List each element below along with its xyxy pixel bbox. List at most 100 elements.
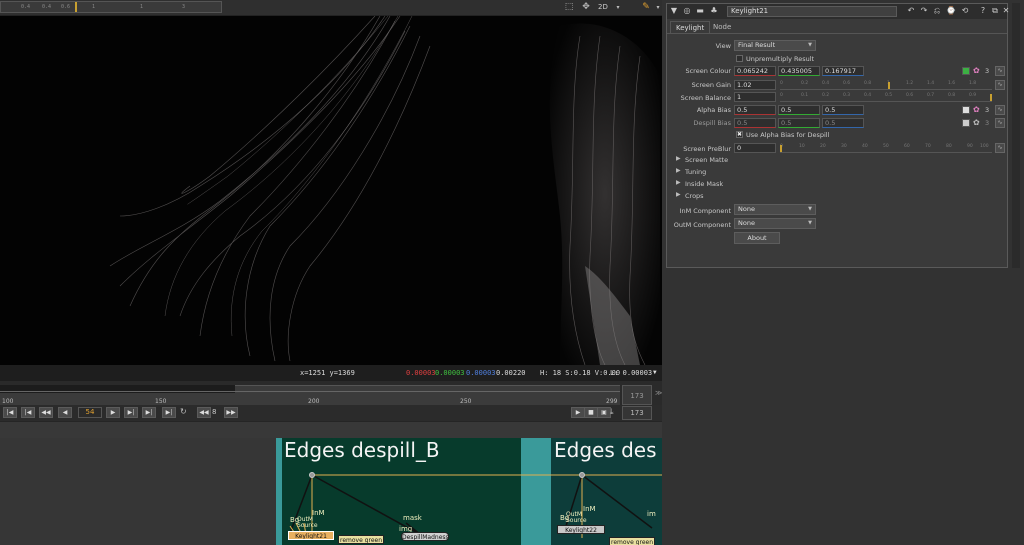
screen-gain-field[interactable]: 1.02 <box>734 80 776 90</box>
node-keylight22[interactable]: Keylight22 <box>557 525 605 534</box>
channel-count[interactable]: 3 <box>985 119 989 127</box>
alpha-bias-swatch[interactable] <box>962 106 970 114</box>
collapse-icon[interactable]: ▼ <box>669 6 679 16</box>
animation-curve-icon[interactable]: ∿ <box>995 118 1005 128</box>
revert-icon[interactable]: ⎌ <box>932 6 942 16</box>
current-frame-field[interactable]: 54 <box>78 407 102 418</box>
view-dropdown[interactable]: Final Result ▼ <box>734 40 816 51</box>
node-dot[interactable] <box>579 472 585 478</box>
node-despill-madness[interactable]: DespillMadness <box>401 532 449 541</box>
animation-curve-icon[interactable]: ∿ <box>995 143 1005 153</box>
bookmark-icon[interactable]: ♣ <box>709 6 719 16</box>
reset-icon[interactable]: ⟲ <box>960 6 970 16</box>
step-forward-button[interactable]: ▶| <box>124 407 138 418</box>
redo-icon[interactable]: ↷ <box>919 6 929 16</box>
timeline-scroll-icon[interactable]: ≫ <box>655 389 662 397</box>
slider-handle[interactable] <box>990 94 992 101</box>
despill-bias-r[interactable]: 0.5 <box>734 118 776 128</box>
alpha-bias-g[interactable]: 0.5 <box>778 105 820 115</box>
help-icon[interactable]: ? <box>978 6 988 16</box>
viewer-gain-ruler[interactable]: 0.4 0.4 0.6 1 1 3 <box>0 1 222 13</box>
channel-count[interactable]: 3 <box>985 106 989 114</box>
node-dot[interactable] <box>309 472 315 478</box>
chevron-down-icon[interactable]: ▾ <box>652 2 664 13</box>
color-wheel-icon[interactable]: ✿ <box>973 105 980 114</box>
screen-colour-swatch[interactable] <box>962 67 970 75</box>
panel-scrollbar[interactable] <box>1012 3 1020 268</box>
play-range-button[interactable]: ▶ <box>571 407 585 418</box>
color-wheel-icon[interactable]: ✿ <box>973 118 980 127</box>
chevron-down-icon[interactable]: ▼ <box>653 369 657 376</box>
slider-handle[interactable] <box>780 145 782 152</box>
screen-colour-b[interactable]: 0.167917 <box>822 66 864 76</box>
transform-handle-icon[interactable]: ✥ <box>580 2 592 13</box>
animation-curve-icon[interactable]: ∿ <box>995 66 1005 76</box>
play-forward-button[interactable]: ▶ <box>106 407 120 418</box>
view-mode-dropdown[interactable]: 2D <box>598 3 608 11</box>
outm-component-dropdown[interactable]: None ▼ <box>734 218 816 229</box>
roi-icon[interactable]: ⬚ <box>563 2 575 13</box>
expand-triangle-icon[interactable]: ▶ <box>676 167 681 174</box>
timeline-end-frame[interactable]: 173 <box>622 385 652 405</box>
color-wheel-icon[interactable]: ✿ <box>973 66 980 75</box>
node-keylight21[interactable]: Keylight21 <box>288 531 334 540</box>
prev-keyframe-button[interactable]: |◀ <box>21 407 35 418</box>
tab-node[interactable]: Node <box>708 21 736 33</box>
last-frame-button[interactable]: ▶| <box>162 407 176 418</box>
despill-bias-g[interactable]: 0.5 <box>778 118 820 128</box>
close-icon[interactable]: ✕ <box>1001 6 1011 16</box>
decrement-button[interactable]: ◀◀ <box>197 407 211 418</box>
screen-balance-slider[interactable]: 0 0.1 0.2 0.3 0.4 0.5 0.6 0.7 0.8 0.9 <box>780 93 992 102</box>
section-crops[interactable]: Crops <box>685 192 704 200</box>
section-tuning[interactable]: Tuning <box>685 168 706 176</box>
unpremultiply-checkbox[interactable] <box>736 55 743 62</box>
despill-bias-b[interactable]: 0.5 <box>822 118 864 128</box>
expand-triangle-icon[interactable]: ▶ <box>676 191 681 198</box>
panel-divider[interactable] <box>0 421 662 438</box>
step-back-increment-button[interactable]: ◀◀ <box>39 407 53 418</box>
screen-balance-field[interactable]: 1 <box>734 92 776 102</box>
slider-handle[interactable] <box>888 82 890 89</box>
history-icon[interactable]: ⌚ <box>946 6 956 16</box>
center-node-icon[interactable]: ◎ <box>682 6 692 16</box>
use-alpha-bias-checkbox[interactable]: ✖ <box>736 131 743 138</box>
tab-keylight[interactable]: Keylight <box>670 21 711 33</box>
flipbook-button[interactable]: ▣ <box>597 407 611 418</box>
despill-bias-swatch[interactable] <box>962 119 970 127</box>
node-remove-green[interactable]: remove green <box>609 537 655 545</box>
inm-component-dropdown[interactable]: None ▼ <box>734 204 816 215</box>
alpha-bias-b[interactable]: 0.5 <box>822 105 864 115</box>
chevron-down-icon[interactable]: ▾ <box>612 2 624 13</box>
next-keyframe-button[interactable]: ▶| <box>142 407 156 418</box>
animation-curve-icon[interactable]: ∿ <box>995 105 1005 115</box>
pencil-icon[interactable]: ✎ <box>640 2 652 13</box>
screen-preblur-slider[interactable]: 0 10 20 30 40 50 60 70 80 90 100 <box>780 144 992 153</box>
node-color-icon[interactable]: ▬ <box>695 6 705 16</box>
section-inside-mask[interactable]: Inside Mask <box>685 180 723 188</box>
first-frame-button[interactable]: |◀ <box>3 407 17 418</box>
channel-count[interactable]: 3 <box>985 67 989 75</box>
screen-colour-g[interactable]: 0.435005 <box>778 66 820 76</box>
animation-curve-icon[interactable]: ∿ <box>995 80 1005 90</box>
increment-button[interactable]: ▶▶ <box>224 407 238 418</box>
screen-preblur-field[interactable]: 0 <box>734 143 776 153</box>
play-backward-button[interactable]: ◀ <box>58 407 72 418</box>
ruler-handle[interactable] <box>75 2 77 12</box>
expand-triangle-icon[interactable]: ▶ <box>676 179 681 186</box>
node-remove-green[interactable]: remove green <box>338 535 384 544</box>
loop-icon[interactable]: ↻ <box>180 407 187 416</box>
about-button[interactable]: About <box>734 232 780 244</box>
viewer-canvas[interactable] <box>0 16 662 365</box>
node-name-field[interactable]: Keylight21 <box>727 6 897 17</box>
expand-triangle-icon[interactable]: ▶ <box>676 155 681 162</box>
render-icon[interactable]: ⤓ <box>610 407 614 417</box>
alpha-bias-r[interactable]: 0.5 <box>734 105 776 115</box>
section-screen-matte[interactable]: Screen Matte <box>685 156 728 164</box>
frame-increment-field[interactable]: 8 <box>212 408 216 416</box>
stop-button[interactable]: ■ <box>584 407 598 418</box>
screen-gain-slider[interactable]: 0 0.2 0.4 0.6 0.8 1 1.2 1.4 1.6 1.8 <box>780 81 992 90</box>
end-frame-field[interactable]: 173 <box>622 406 652 420</box>
undo-icon[interactable]: ↶ <box>906 6 916 16</box>
screen-colour-r[interactable]: 0.065242 <box>734 66 776 76</box>
float-icon[interactable]: ⧉ <box>990 6 1000 16</box>
